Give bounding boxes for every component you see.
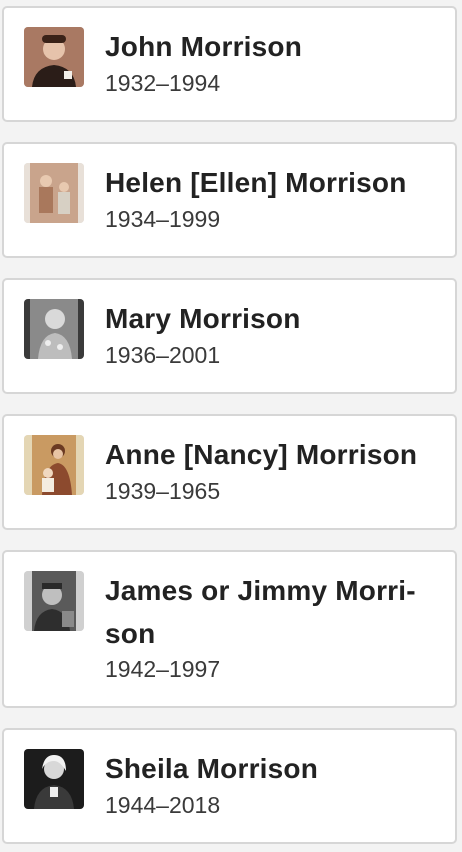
person-photo-icon bbox=[24, 571, 84, 631]
person-dates: 1944–2018 bbox=[105, 792, 221, 818]
person-dates: 1932–1994 bbox=[105, 70, 221, 96]
person-name: John Morrison bbox=[105, 31, 303, 62]
person-dates: 1934–1999 bbox=[105, 206, 221, 232]
person-card-james-morrison[interactable]: James or Jimmy Morri- son 1942–1997 bbox=[2, 550, 457, 708]
person-name: Anne [Nancy] Morrison bbox=[105, 439, 418, 470]
person-name: James or Jimmy Morri- son bbox=[105, 569, 445, 655]
person-name: Sheila Morrison bbox=[105, 753, 319, 784]
person-dates: 1939–1965 bbox=[105, 478, 221, 504]
family-member-list: John Morrison 1932–1994 Helen [Ellen] Mo… bbox=[0, 0, 462, 852]
person-name-line: James or Jimmy Morri- bbox=[105, 575, 416, 606]
person-photo-icon bbox=[24, 749, 84, 809]
person-photo-icon bbox=[24, 749, 84, 809]
person-photo-icon bbox=[24, 571, 84, 631]
person-photo-icon bbox=[24, 27, 84, 87]
person-photo-icon bbox=[24, 299, 84, 359]
person-name: Mary Morrison bbox=[105, 303, 301, 334]
person-card-john-morrison[interactable]: John Morrison 1932–1994 bbox=[2, 6, 457, 122]
person-photo-icon bbox=[24, 299, 84, 359]
person-photo-icon bbox=[24, 163, 84, 223]
person-dates: 1936–2001 bbox=[105, 342, 221, 368]
person-photo-icon bbox=[24, 27, 84, 87]
person-name: Helen [Ellen] Morrison bbox=[105, 167, 407, 198]
person-photo-icon bbox=[24, 435, 84, 495]
person-card-sheila-morrison[interactable]: Sheila Morrison 1944–2018 bbox=[2, 728, 457, 844]
person-dates: 1942–1997 bbox=[105, 656, 221, 682]
person-name-line: son bbox=[105, 618, 156, 649]
person-card-helen-morrison[interactable]: Helen [Ellen] Morrison 1934–1999 bbox=[2, 142, 457, 258]
person-photo-icon bbox=[24, 163, 84, 223]
person-card-anne-morrison[interactable]: Anne [Nancy] Morrison 1939–1965 bbox=[2, 414, 457, 530]
person-photo-icon bbox=[24, 435, 84, 495]
person-card-mary-morrison[interactable]: Mary Morrison 1936–2001 bbox=[2, 278, 457, 394]
